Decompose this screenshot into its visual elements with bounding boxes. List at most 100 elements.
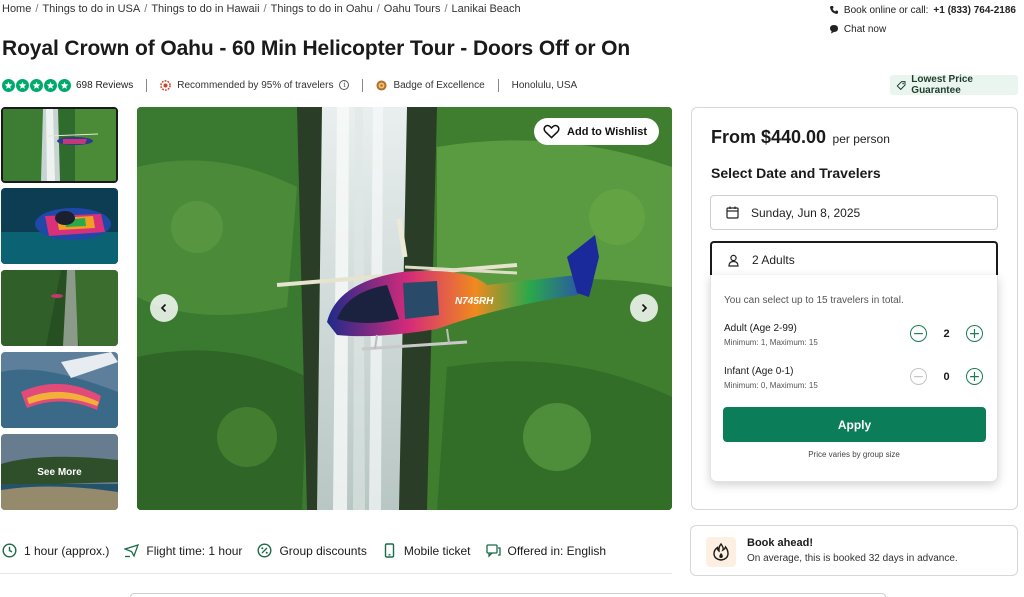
adult-decrement-button[interactable]: − xyxy=(910,325,927,342)
breadcrumb: Home / Things to do in USA / Things to do in… xyxy=(2,3,521,15)
feature-flight-time-label: Flight time: 1 hour xyxy=(146,543,243,558)
thumbnail-helicopter-image xyxy=(1,188,118,264)
infant-row: Infant (Age 0-1) Minimum: 0, Maximum: 15… xyxy=(724,366,989,390)
select-date-travelers-heading: Select Date and Travelers xyxy=(711,165,881,181)
hero-image: N745RH Add to Wishlist xyxy=(137,107,672,510)
gallery-thumbnail-5[interactable]: See More xyxy=(1,434,118,510)
breadcrumb-oahu[interactable]: Things to do in Oahu xyxy=(271,3,373,15)
fire-icon xyxy=(706,537,736,567)
book-online-label: Book online or call: xyxy=(843,4,929,16)
recommended-text: Recommended by 95% of travelers xyxy=(177,79,334,91)
feature-language: Offered in: English xyxy=(485,543,606,558)
divider xyxy=(146,78,148,92)
info-icon[interactable]: i xyxy=(339,80,350,90)
hero-helicopter-waterfall-image: N745RH xyxy=(137,107,672,510)
gallery-thumbnail-4[interactable] xyxy=(1,352,118,428)
star-icon xyxy=(16,78,29,92)
rating-stars[interactable] xyxy=(2,78,71,92)
breadcrumb-separator: / xyxy=(144,3,148,15)
calendar-icon xyxy=(726,206,739,219)
location-text: Honolulu, USA xyxy=(511,79,578,91)
phone-number[interactable]: +1 (833) 764-2186 xyxy=(933,5,1016,16)
feature-group-discounts: Group discounts xyxy=(257,543,367,558)
feature-duration: 1 hour (approx.) xyxy=(2,543,109,558)
star-icon xyxy=(2,78,15,92)
breadcrumb-oahu-tours[interactable]: Oahu Tours xyxy=(384,3,441,15)
reviews-link[interactable]: 698 Reviews xyxy=(76,80,133,91)
chat-bubbles-icon xyxy=(485,544,501,558)
breadcrumb-separator: / xyxy=(444,3,448,15)
wishlist-label: Add to Wishlist xyxy=(567,125,647,138)
star-icon xyxy=(58,78,71,92)
clock-icon xyxy=(2,543,17,558)
tag-icon xyxy=(896,80,906,90)
thumbnail-waterfall-image xyxy=(3,109,116,181)
phone-icon xyxy=(829,6,838,14)
adult-stepper: − 2 + xyxy=(910,325,983,342)
tour-features: 1 hour (approx.) Flight time: 1 hour Gro… xyxy=(2,543,621,558)
infant-decrement-button[interactable]: − xyxy=(910,368,927,385)
phone-row: Book online or call: +1 (833) 764-2186 xyxy=(829,3,1016,17)
breadcrumb-separator: / xyxy=(376,3,380,15)
breadcrumb-hawaii[interactable]: Things to do in Hawaii xyxy=(151,3,259,15)
recommended-icon xyxy=(160,79,172,91)
badge-icon xyxy=(376,79,387,91)
travelers-limit-note: You can select up to 15 travelers in tot… xyxy=(724,295,904,306)
price-per-person: per person xyxy=(832,132,890,146)
star-icon xyxy=(44,78,57,92)
mobile-icon xyxy=(384,543,395,558)
plane-icon xyxy=(124,544,140,558)
chat-icon xyxy=(829,25,838,34)
helicopter-tail-number: N745RH xyxy=(455,296,494,307)
infant-increment-button[interactable]: + xyxy=(966,368,983,385)
badge-text: Badge of Excellence xyxy=(393,79,485,91)
chat-row[interactable]: Chat now xyxy=(829,22,1016,36)
feature-duration-label: 1 hour (approx.) xyxy=(24,543,110,558)
feature-group-discounts-label: Group discounts xyxy=(279,543,367,558)
price-line: From $440.00 per person xyxy=(711,127,890,148)
add-to-wishlist-button[interactable]: Add to Wishlist xyxy=(534,118,659,145)
date-picker-field[interactable]: Sunday, Jun 8, 2025 xyxy=(710,195,998,230)
apply-button[interactable]: Apply xyxy=(723,407,986,442)
infant-stepper: − 0 + xyxy=(910,368,983,385)
feature-mobile-ticket: Mobile ticket xyxy=(382,543,471,558)
bottom-panel-edge xyxy=(130,593,886,597)
breadcrumb-separator: / xyxy=(35,3,39,15)
book-ahead-title: Book ahead! xyxy=(747,537,814,549)
price-from: From $440.00 xyxy=(711,127,827,147)
book-ahead-text: On average, this is booked 32 days in ad… xyxy=(747,553,958,564)
thumbnail-valley-image xyxy=(1,270,118,346)
feature-flight-time: Flight time: 1 hour xyxy=(124,543,242,558)
next-image-button[interactable] xyxy=(630,294,658,322)
star-icon xyxy=(30,78,43,92)
travelers-field[interactable]: 2 Adults xyxy=(710,241,998,277)
lowest-price-label: Lowest Price Guarantee xyxy=(911,74,973,96)
see-more-label[interactable]: See More xyxy=(1,434,118,510)
travelers-count: 2 Adults xyxy=(752,253,795,267)
percent-icon xyxy=(257,543,272,558)
breadcrumb-lanikai[interactable]: Lanikai Beach xyxy=(452,3,521,15)
person-icon xyxy=(728,254,739,267)
breadcrumb-usa[interactable]: Things to do in USA xyxy=(42,3,140,15)
divider xyxy=(497,78,499,92)
feature-mobile-ticket-label: Mobile ticket xyxy=(403,543,471,558)
thumbnail-cockpit-image xyxy=(1,352,118,428)
selected-date: Sunday, Jun 8, 2025 xyxy=(751,205,861,220)
breadcrumb-home[interactable]: Home xyxy=(2,3,31,15)
previous-image-button[interactable] xyxy=(150,294,178,322)
book-ahead-card: Book ahead! On average, this is booked 3… xyxy=(690,525,1018,576)
divider xyxy=(362,78,364,92)
adult-count: 2 xyxy=(943,327,950,340)
price-varies-note: Price varies by group size xyxy=(808,450,900,459)
breadcrumb-separator: / xyxy=(263,3,267,15)
infant-count: 0 xyxy=(943,370,950,383)
gallery-thumbnail-1[interactable] xyxy=(1,107,118,183)
lowest-price-guarantee-badge[interactable]: Lowest Price Guarantee xyxy=(890,74,1018,96)
chevron-right-icon xyxy=(641,303,648,313)
gallery-thumbnail-3[interactable] xyxy=(1,270,118,346)
gallery-thumbnail-2[interactable] xyxy=(1,188,118,264)
meta-row: 698 Reviews Recommended by 95% of travel… xyxy=(2,77,577,93)
chat-now-link[interactable]: Chat now xyxy=(844,24,886,35)
chevron-left-icon xyxy=(160,303,167,313)
adult-increment-button[interactable]: + xyxy=(966,325,983,342)
